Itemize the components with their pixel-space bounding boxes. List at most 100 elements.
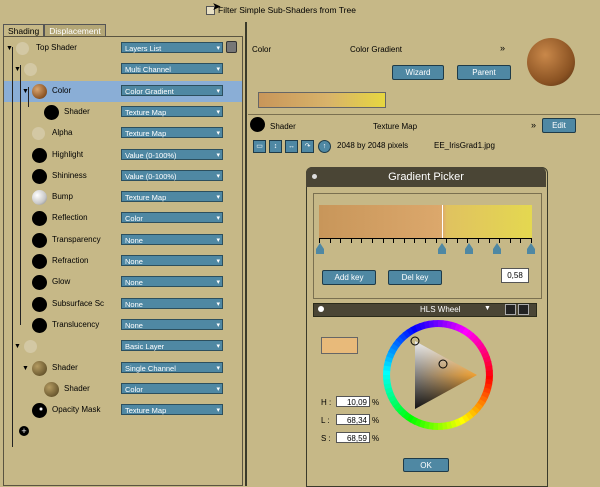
shader-type-dropdown[interactable]: Color ▾ [121,382,223,394]
tree-row[interactable]: ▼ Shader Single Channel ▾ [4,358,242,379]
hls-color-wheel[interactable] [383,320,493,430]
tree-row[interactable]: Bump Texture Map ▾ [4,187,242,208]
close-icon[interactable] [312,174,317,179]
tree-row[interactable]: Highlight Value (0-100%) ▾ [4,145,242,166]
shader-swatch [32,190,47,206]
key-position-field[interactable]: 0,58 [501,268,529,283]
s-percent: % [372,434,380,443]
rotate-icon[interactable]: ↷ [301,140,314,153]
tree-row[interactable]: Refraction None ▾ [4,251,242,272]
gradient-key-base[interactable] [493,249,501,254]
add-key-button[interactable]: Add key [322,270,376,285]
dropdown-arrow-icon: ▾ [216,364,220,372]
dropdown-value: Single Channel [125,363,176,373]
up-arrow-icon[interactable]: ↑ [318,140,331,153]
filter-row[interactable]: Filter Simple Sub-Shaders from Tree [206,5,356,15]
shader-type-dropdown[interactable]: Value (0-100%) ▾ [121,148,223,160]
dropdown-arrow-icon: ▾ [216,130,220,138]
tree-row[interactable]: Shininess Value (0-100%) ▾ [4,166,242,187]
tree-row[interactable]: Subsurface Sc None ▾ [4,294,242,315]
shader-type-dropdown[interactable]: None ▾ [121,318,223,330]
shader-type-dropdown[interactable]: Layers List ▾ [121,42,223,53]
mouse-cursor-icon: ➤ [212,1,222,13]
dropdown-arrow-icon: ▾ [216,66,220,74]
trash-icon[interactable] [226,41,237,53]
color-mode-dropdown-icon[interactable]: ▼ [484,305,491,312]
del-key-button[interactable]: Del key [388,270,442,285]
tree-row-label: Bump [52,192,73,202]
color-mode-label[interactable]: HLS Wheel [420,305,460,314]
gradient-bar[interactable] [319,205,532,238]
ruler-tick [435,239,437,243]
shader-type-dropdown[interactable]: Basic Layer ▾ [121,340,223,352]
shader-type-dropdown[interactable]: Value (0-100%) ▾ [121,169,223,181]
shader-type-dropdown[interactable]: None ▾ [121,276,223,288]
s-field[interactable]: 68,59 [336,432,370,443]
ruler-tick [425,239,426,243]
texture-file-name: EE_IrisGrad1.jpg [434,141,495,150]
shader-swatch [32,403,47,419]
shader-type-dropdown[interactable]: Color ▾ [121,212,223,224]
shader-swatch [32,317,47,333]
tree-row[interactable]: Shader Color ▾ [4,379,242,400]
gradient-key-base[interactable] [316,249,324,254]
shader-type-dropdown[interactable]: Texture Map ▾ [121,404,223,416]
l-percent: % [372,416,380,425]
dropdown-arrow-icon: ▾ [216,172,220,180]
gradient-preview-strip[interactable] [258,92,386,108]
shader-collapse-chevron-icon[interactable]: » [531,120,536,130]
shader-swatch [32,168,47,184]
ok-button[interactable]: OK [403,458,449,472]
tree-row[interactable]: Alpha Texture Map ▾ [4,123,242,144]
shader-type-dropdown[interactable]: Multi Channel ▾ [121,63,223,75]
h-field[interactable]: 10,09 [336,396,370,407]
tree-row[interactable]: Opacity Mask Texture Map ▾ [4,400,242,421]
l-field[interactable]: 68,34 [336,414,370,425]
shader-swatch [32,83,47,99]
shader-type-dropdown[interactable]: None ▾ [121,297,223,309]
tree-row[interactable]: ▼ Basic Layer ▾ [4,336,242,357]
tree-row[interactable]: Shader Texture Map ▾ [4,102,242,123]
edit-button[interactable]: Edit [542,118,576,133]
tree-row[interactable]: Reflection Color ▾ [4,208,242,229]
ruler-tick [478,239,479,243]
tree-row[interactable]: ▼ Multi Channel ▾ [4,59,242,80]
flip-horizontal-icon[interactable]: ↔ [285,140,298,153]
shader-swatch [44,381,59,397]
tree-row[interactable]: Translucency None ▾ [4,315,242,336]
shader-type-dropdown[interactable]: Texture Map ▾ [121,191,223,203]
gradient-picker-title: Gradient Picker [306,167,546,187]
hue-segment[interactable] [485,370,493,376]
tree-row[interactable]: ▼ Top Shader Layers List ▾ [4,38,242,59]
collapse-chevron-icon[interactable]: » [500,43,505,53]
tree-row[interactable]: Transparency None ▾ [4,230,242,251]
shader-type-dropdown[interactable]: Color Gradient ▾ [121,84,223,96]
dropdown-arrow-icon: ▾ [216,151,220,159]
tree-row[interactable]: Glow None ▾ [4,272,242,293]
dropdown-value: Layers List [125,44,162,53]
flip-vertical-icon[interactable]: ↕ [269,140,282,153]
shader-type-dropdown[interactable]: Single Channel ▾ [121,361,223,373]
expand-triangle-icon[interactable]: ▼ [14,343,21,350]
shader-swatch [32,275,47,291]
dropdown-value: Basic Layer [125,342,165,352]
folder-open-icon[interactable]: ▭ [253,140,266,153]
tree-row[interactable]: ▼ Color Color Gradient ▾ [4,80,242,102]
tree-connector [20,65,21,325]
wizard-button[interactable]: Wizard [392,65,444,80]
gradient-key-base[interactable] [527,249,535,254]
gradient-key-base[interactable] [438,249,446,254]
ruler-tick [520,239,522,243]
shader-type-dropdown[interactable]: None ▾ [121,255,223,266]
shader-swatch [32,232,47,248]
shader-type-dropdown[interactable]: None ▾ [121,233,223,245]
shader-type-dropdown[interactable]: Texture Map ▾ [121,105,223,117]
add-layer-icon[interactable]: + [19,426,29,436]
tree-row-label: Opacity Mask [52,405,101,415]
eyedropper-icon[interactable] [518,304,529,315]
gradient-key-base[interactable] [465,249,473,254]
parent-button[interactable]: Parent [457,65,511,80]
expand-triangle-icon[interactable]: ▼ [22,365,29,372]
shader-type-dropdown[interactable]: Texture Map ▾ [121,127,223,139]
palette-icon[interactable] [505,304,516,315]
